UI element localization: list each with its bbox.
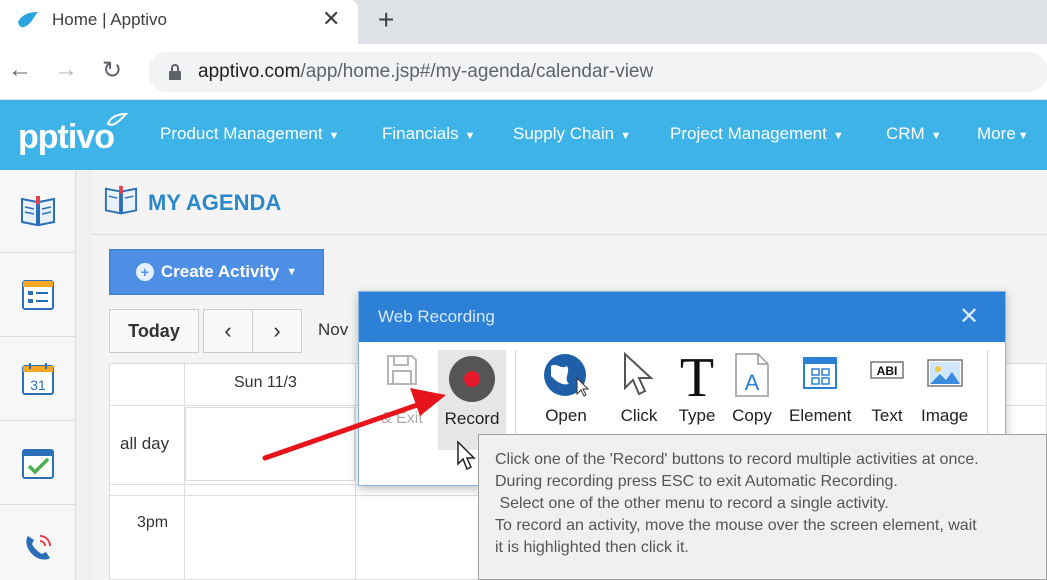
open-tool[interactable]: Open	[541, 352, 591, 426]
chevron-right-icon: ›	[273, 318, 281, 343]
back-icon[interactable]: ←	[8, 56, 32, 84]
image-tool[interactable]: Image	[921, 352, 968, 426]
menu-supply-chain[interactable]: Supply Chain ▼	[513, 124, 631, 144]
forward-icon[interactable]: →	[54, 56, 78, 84]
apptivo-logo[interactable]: pptivo	[18, 112, 128, 157]
svg-text:ABI: ABI	[877, 364, 898, 378]
click-tool[interactable]: Click	[619, 352, 659, 426]
tooltip-line: Click one of the 'Record' buttons to rec…	[495, 451, 979, 468]
image-icon	[926, 359, 963, 387]
month-label: Nov	[318, 320, 349, 339]
prev-button[interactable]: ‹	[203, 309, 253, 353]
tooltip-line: To record an activity, move the mouse ov…	[495, 517, 977, 534]
allday-cell[interactable]	[185, 407, 355, 481]
phone-icon	[26, 534, 51, 560]
sidebar-item-agenda[interactable]	[0, 170, 76, 253]
svg-text:A: A	[745, 370, 760, 395]
tooltip-line: it is highlighted then click it.	[495, 539, 689, 556]
document-a-icon: A	[735, 353, 769, 397]
menu-crm[interactable]: CRM ▼	[886, 124, 942, 144]
text-tool[interactable]: ABI Text	[867, 352, 907, 426]
sidebar-item-calendar[interactable]: 31	[0, 338, 76, 421]
tab-title: Home | Apptivo	[52, 10, 167, 29]
day-header: Sun 11/3	[234, 374, 297, 391]
record-tooltip: Click one of the 'Record' buttons to rec…	[478, 434, 1047, 580]
book-icon	[21, 196, 55, 227]
sidebar-item-tasks[interactable]	[0, 422, 76, 505]
new-tab-icon[interactable]: +	[378, 4, 394, 36]
menu-project-management[interactable]: Project Management ▼	[670, 124, 844, 144]
globe-icon	[544, 354, 590, 397]
allday-label: all day	[120, 434, 170, 453]
create-activity-button[interactable]: + Create Activity ▼	[109, 249, 324, 295]
calendar-icon: 31	[22, 363, 54, 395]
save-exit-button[interactable]: & Exit	[381, 352, 423, 428]
toolbar-separator	[987, 350, 988, 445]
tooltip-line: Select one of the other menu to record a…	[495, 495, 889, 512]
chevron-down-icon: ▼	[286, 266, 298, 278]
dialog-title: Web Recording	[378, 307, 495, 326]
element-tool[interactable]: Element	[789, 352, 851, 426]
copy-tool[interactable]: A Copy	[732, 352, 772, 426]
url-text: apptivo.com/app/home.jsp#/my-agenda/cale…	[198, 61, 654, 82]
save-icon	[386, 355, 417, 385]
tooltip-line: During recording press ESC to exit Autom…	[495, 473, 898, 490]
cursor-icon	[624, 352, 654, 396]
checklist-icon	[22, 449, 54, 479]
address-bar-row: ← → ↻ apptivo.com/app/home.jsp#/my-agend…	[0, 44, 1047, 100]
reload-icon[interactable]: ↻	[102, 56, 122, 85]
text-field-icon: ABI	[870, 361, 904, 379]
grid-line	[355, 364, 356, 580]
agenda-book-icon	[104, 185, 138, 215]
sidebar-item-forms[interactable]	[0, 254, 76, 337]
type-tool[interactable]: T Type	[675, 352, 719, 426]
toolbar-separator	[515, 350, 516, 445]
sidebar-gutter	[76, 170, 92, 580]
record-icon	[449, 356, 495, 402]
save-exit-label: & Exit	[381, 410, 423, 427]
app-header: pptivo Product Management ▼ Financials ▼ S…	[0, 100, 1047, 170]
close-icon[interactable]: ✕	[959, 302, 979, 331]
left-sidebar: 31	[0, 170, 76, 580]
logo-leaf-icon	[106, 112, 128, 126]
browser-tab[interactable]: Home | Apptivo ✕	[0, 0, 358, 44]
element-window-icon	[803, 357, 838, 389]
today-button[interactable]: Today	[109, 309, 199, 353]
next-button[interactable]: ›	[252, 309, 302, 353]
url-input[interactable]: apptivo.com/app/home.jsp#/my-agenda/cale…	[148, 52, 1047, 92]
form-icon	[22, 280, 54, 310]
dialog-titlebar: Web Recording ✕	[359, 292, 1005, 342]
plus-circle-icon: +	[135, 263, 154, 281]
browser-tabstrip: Home | Apptivo ✕ +	[0, 0, 1047, 44]
hour-label: 3pm	[137, 514, 169, 531]
mouse-pointer-icon	[457, 440, 476, 471]
page-title: MY AGENDA	[148, 190, 282, 215]
menu-product-management[interactable]: Product Management ▼	[160, 124, 339, 144]
title-divider	[92, 234, 1047, 235]
menu-financials[interactable]: Financials ▼	[382, 124, 475, 144]
sidebar-item-calls[interactable]	[0, 506, 76, 580]
menu-more[interactable]: More ▼	[977, 124, 1029, 144]
svg-text:T: T	[680, 352, 714, 398]
tab-close-icon[interactable]: ✕	[322, 6, 340, 32]
chevron-left-icon: ‹	[224, 318, 232, 343]
lock-icon	[169, 64, 181, 80]
text-t-icon: T	[680, 352, 714, 398]
apptivo-favicon-icon	[18, 12, 38, 28]
svg-text:31: 31	[30, 377, 46, 393]
